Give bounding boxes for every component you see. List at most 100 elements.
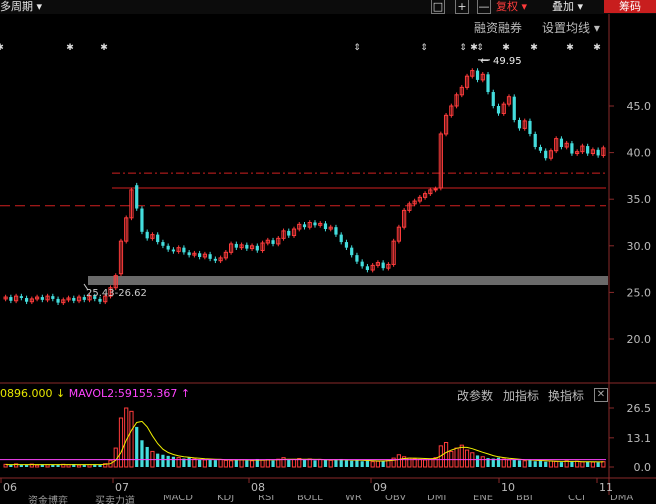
zoom-out-icon[interactable]: —	[477, 0, 491, 14]
candle	[344, 242, 349, 248]
volume-bar	[538, 460, 543, 467]
volume-bar	[166, 455, 170, 467]
candle	[486, 74, 490, 93]
volume-bar	[260, 459, 265, 468]
volume-bar	[176, 457, 181, 468]
volume-tick-label: 0.0	[634, 461, 652, 474]
indicator-tab[interactable]: 资金博弈	[28, 495, 68, 504]
candle	[334, 227, 338, 235]
candle	[533, 133, 537, 148]
candle	[287, 230, 291, 236]
event-marker-icon: ⇕	[459, 43, 467, 53]
candle	[140, 208, 144, 232]
candle	[9, 297, 13, 301]
candle	[323, 223, 328, 230]
event-marker-icon: ⇕	[353, 43, 361, 53]
volume-bar	[423, 459, 428, 468]
candle	[491, 92, 495, 106]
volume-bar	[517, 460, 522, 467]
volume-bar	[34, 464, 40, 468]
candle	[538, 147, 543, 151]
down-arrow-icon: ↓	[56, 387, 66, 400]
candle	[182, 247, 186, 253]
switch-indicator-button[interactable]: 换指标	[548, 387, 584, 404]
indicator-tab[interactable]: RSI	[258, 495, 274, 503]
volume-bar	[19, 464, 23, 467]
add-indicator-button[interactable]: 加指标	[503, 387, 539, 404]
volume-bar	[313, 460, 317, 467]
candle	[496, 106, 501, 114]
edit-params-button[interactable]: 改参数	[457, 387, 493, 404]
volume-bar	[323, 459, 328, 467]
indicator-tab[interactable]: WR	[345, 495, 362, 503]
candle	[360, 261, 364, 267]
volume-bar	[375, 460, 381, 468]
volume-bar	[56, 464, 60, 467]
volume-bar	[87, 464, 92, 468]
volume-bar	[350, 460, 354, 467]
indicator-tab[interactable]: ENE	[473, 495, 493, 503]
volume-bar	[370, 461, 375, 468]
fuquan-dropdown[interactable]: 复权 ▾	[496, 0, 527, 13]
volume-bar	[328, 459, 333, 468]
left-arrow-icon: ←	[480, 54, 489, 67]
zoom-in-icon[interactable]: +	[455, 0, 469, 14]
candle	[596, 149, 600, 156]
price-tick-label: 35.0	[627, 193, 652, 206]
volume-bar	[533, 461, 537, 467]
volume-bar	[417, 458, 422, 468]
indicator-tab[interactable]: DMI	[427, 495, 446, 503]
month-label: 09	[373, 481, 387, 494]
volume-bar	[129, 410, 134, 468]
volume-bar	[213, 460, 217, 467]
margin-trading-link[interactable]: 融资融券	[474, 19, 522, 36]
window-icon[interactable]: □	[431, 0, 445, 14]
indicator-tab[interactable]: CCI	[568, 495, 585, 503]
candle	[570, 143, 574, 154]
volume-tick-label: 13.1	[627, 432, 652, 445]
candle	[98, 298, 102, 302]
period-dropdown[interactable]: 多周期 ▾	[0, 0, 42, 13]
volume-bar	[218, 458, 223, 468]
indicator-tab[interactable]: DMA	[610, 495, 633, 503]
event-star-icon: ✱	[66, 43, 74, 53]
indicator-tab[interactable]: OBV	[385, 495, 406, 503]
band-range-label: 25.43-26.62	[86, 288, 147, 299]
volume-bar	[307, 458, 312, 468]
volume-bar	[9, 464, 13, 467]
volume-bar	[76, 464, 82, 468]
volume-bar	[161, 454, 165, 467]
indicator-tab[interactable]: BOLL	[297, 495, 323, 503]
candle	[234, 243, 238, 248]
volume-bar	[265, 459, 270, 468]
volume-bar	[428, 458, 433, 468]
kline-chart[interactable]: 45.0 40.0 35.0 30.0 25.0 20.0 26.5 13.1 0.0 ✱ ✱ ✱ ✱ ✱…	[0, 0, 656, 504]
close-icon[interactable]: ✕	[594, 388, 608, 402]
volume-bar	[198, 459, 202, 467]
chip-distribution-button[interactable]: 筹码	[604, 0, 656, 13]
candle	[213, 258, 217, 261]
candle	[512, 96, 516, 120]
candle	[528, 120, 532, 134]
ma-settings-dropdown[interactable]: 设置均线 ▾	[542, 19, 600, 36]
volume-bar	[171, 456, 176, 467]
up-arrow-icon: ↑	[180, 387, 191, 400]
volume-bar	[45, 464, 50, 468]
indicator-tab[interactable]: 买卖力道	[95, 495, 135, 504]
indicator-tab[interactable]: BBI	[516, 495, 533, 503]
event-star-icon: ✱	[566, 43, 574, 53]
volume-bar	[412, 458, 417, 468]
indicator-tab[interactable]: MACD	[163, 495, 193, 503]
price-tick-label: 40.0	[627, 147, 652, 160]
overlay-dropdown[interactable]: 叠加 ▾	[552, 0, 583, 13]
candle	[135, 185, 139, 209]
volume-bar	[360, 461, 364, 467]
month-label: 11	[599, 481, 613, 494]
event-star-icon: ✱	[530, 43, 538, 53]
volume-bar	[192, 458, 197, 468]
indicator-tab[interactable]: KDJ	[217, 495, 234, 503]
volume-bar	[580, 461, 585, 468]
candle	[245, 244, 249, 249]
candle	[355, 255, 359, 262]
candle	[271, 240, 275, 244]
